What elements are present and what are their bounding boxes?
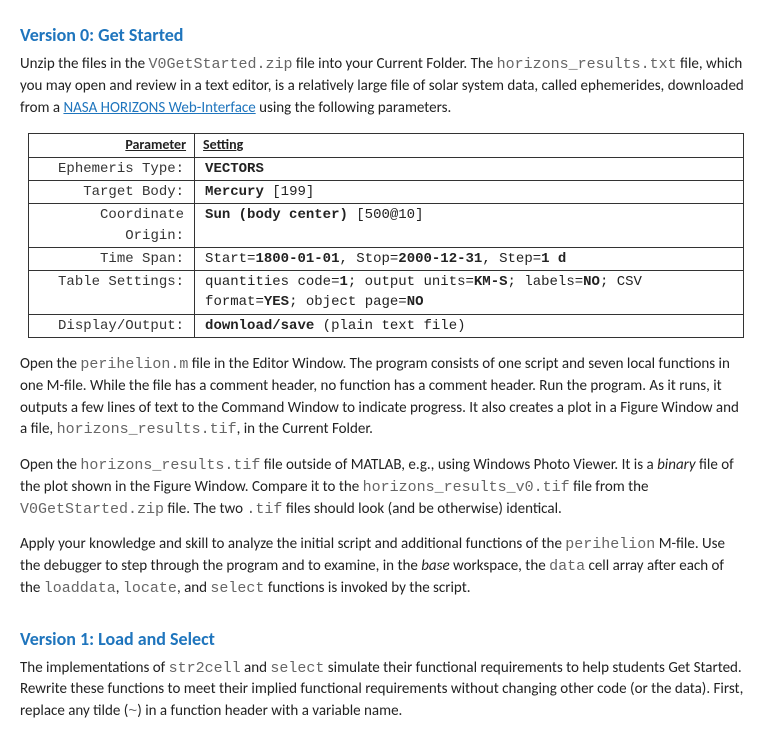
bold: VECTORS xyxy=(205,161,264,177)
code-tif: horizons_results.tif xyxy=(80,457,260,474)
setting-cell: Start=1800-01-01, Stop=2000-12-31, Step=… xyxy=(195,247,744,270)
table-row: Target Body: Mercury [199] xyxy=(29,180,744,203)
param-cell: Table Settings: xyxy=(29,271,195,315)
param-cell: Coordinate Origin: xyxy=(29,204,195,248)
bold: NO xyxy=(583,274,600,290)
bold: KM-S xyxy=(474,274,508,290)
col-setting: Setting xyxy=(195,134,744,157)
code-tif: horizons_results.tif xyxy=(57,421,237,438)
code-zip: V0GetStarted.zip xyxy=(20,501,164,518)
text: functions is invoked by the script. xyxy=(264,579,470,597)
code-loaddata: loaddata xyxy=(44,580,116,597)
text: and xyxy=(241,659,271,677)
italic: base xyxy=(421,557,449,575)
text: file outside of MATLAB, e.g., using Wind… xyxy=(260,456,657,474)
code-data: data xyxy=(549,558,585,575)
section-0-para-3: Open the horizons_results.tif file outsi… xyxy=(20,455,744,520)
text: ; output units= xyxy=(348,274,474,290)
text: , xyxy=(116,579,123,597)
setting-cell: download/save (plain text file) xyxy=(195,314,744,337)
bold: 1 d xyxy=(541,251,566,267)
table-row: Table Settings: quantities code=1; outpu… xyxy=(29,271,744,315)
bold: download/save xyxy=(205,318,314,334)
code-perihelion: perihelion xyxy=(565,536,655,553)
nasa-horizons-link[interactable]: NASA HORIZONS Web-Interface xyxy=(63,99,255,117)
text: ; labels= xyxy=(508,274,584,290)
bold: Sun (body center) xyxy=(205,207,348,223)
text: quantities code= xyxy=(205,274,339,290)
param-cell: Ephemeris Type: xyxy=(29,157,195,180)
setting-cell: Mercury [199] xyxy=(195,180,744,203)
code-ext: .tif xyxy=(246,501,282,518)
table-row: Ephemeris Type: VECTORS xyxy=(29,157,744,180)
table-row: Coordinate Origin: Sun (body center) [50… xyxy=(29,204,744,248)
text: , in the Current Folder. xyxy=(237,420,373,438)
text: [500@10] xyxy=(348,207,424,223)
text: Apply your knowledge and skill to analyz… xyxy=(20,535,565,553)
section-0-para-1: Unzip the files in the V0GetStarted.zip … xyxy=(20,54,744,119)
text: using the following parameters. xyxy=(256,99,452,117)
param-cell: Target Body: xyxy=(29,180,195,203)
text: The implementations of xyxy=(20,659,169,677)
section-0-para-2: Open the perihelion.m file in the Editor… xyxy=(20,354,744,441)
text: Unzip the files in the xyxy=(20,55,148,73)
code-tif-v0: horizons_results_v0.tif xyxy=(363,479,570,496)
code-locate: locate xyxy=(123,580,177,597)
text: , Stop= xyxy=(339,251,398,267)
section-0-para-4: Apply your knowledge and skill to analyz… xyxy=(20,534,744,599)
setting-cell: Sun (body center) [500@10] xyxy=(195,204,744,248)
section-1-title: Version 1: Load and Select xyxy=(20,626,744,652)
table-row: Display/Output: download/save (plain tex… xyxy=(29,314,744,337)
param-cell: Display/Output: xyxy=(29,314,195,337)
text: file. The two xyxy=(164,500,246,518)
section-0-title: Version 0: Get Started xyxy=(20,22,744,48)
table-header-row: Parameter Setting xyxy=(29,134,744,157)
bold: NO xyxy=(407,294,424,310)
text: ) in a function header with a variable n… xyxy=(137,702,402,720)
code-select: select xyxy=(210,580,264,597)
parameters-table: Parameter Setting Ephemeris Type: VECTOR… xyxy=(28,133,744,338)
text: files should look (and be otherwise) ide… xyxy=(282,500,561,518)
code-txt: horizons_results.txt xyxy=(497,56,677,73)
text: [199] xyxy=(264,184,314,200)
text: Open the xyxy=(20,456,80,474)
text: file from the xyxy=(570,478,649,496)
code-tilde: ~ xyxy=(128,703,137,720)
bold: 2000-12-31 xyxy=(398,251,482,267)
text: ; object page= xyxy=(289,294,407,310)
text: , and xyxy=(177,579,210,597)
text: Start= xyxy=(205,251,255,267)
bold: 1800-01-01 xyxy=(255,251,339,267)
text: file into your Current Folder. The xyxy=(293,55,497,73)
text: workspace, the xyxy=(450,557,549,575)
param-cell: Time Span: xyxy=(29,247,195,270)
bold: 1 xyxy=(339,274,347,290)
code-str2cell: str2cell xyxy=(169,660,241,677)
table-row: Time Span: Start=1800-01-01, Stop=2000-1… xyxy=(29,247,744,270)
bold: YES xyxy=(264,294,289,310)
text: Open the xyxy=(20,355,80,373)
text: , Step= xyxy=(482,251,541,267)
col-parameter: Parameter xyxy=(29,134,195,157)
code-zip: V0GetStarted.zip xyxy=(148,56,292,73)
code-mfile: perihelion.m xyxy=(80,356,188,373)
setting-cell: VECTORS xyxy=(195,157,744,180)
italic: binary xyxy=(657,456,696,474)
setting-cell: quantities code=1; output units=KM-S; la… xyxy=(195,271,744,315)
bold: Mercury xyxy=(205,184,264,200)
code-select: select xyxy=(270,660,324,677)
section-1-para-1: The implementations of str2cell and sele… xyxy=(20,658,744,723)
text: (plain text file) xyxy=(314,318,465,334)
